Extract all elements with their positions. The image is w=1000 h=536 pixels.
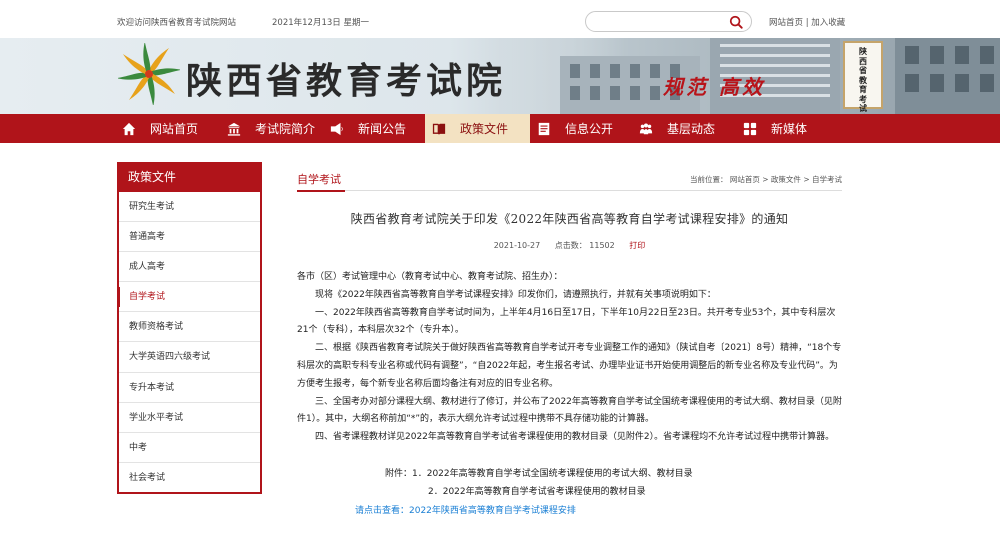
sidebar-item-graduate[interactable]: 研究生考试 bbox=[119, 192, 260, 223]
main-content: 自学考试 当前位置： 网站首页 > 政策文件 > 自学考试 陕西省教育考试院关于… bbox=[297, 162, 842, 520]
book-icon bbox=[432, 123, 446, 135]
site-banner: 陕西省教育考试院 规范 高效 陕西省教育考试院 bbox=[0, 38, 1000, 114]
publish-date: 2021-10-27 bbox=[493, 241, 541, 250]
article-paragraph: 一、2022年陕西省高等教育自学考试时间为，上半年4月16日至17日，下半年10… bbox=[297, 307, 836, 336]
nav-item-label: 考试院简介 bbox=[255, 122, 316, 136]
nav-item-grassroots[interactable]: 基层动态 bbox=[639, 114, 739, 143]
sidebar-item-social[interactable]: 社会考试 bbox=[119, 463, 260, 493]
print-link[interactable]: 打印 bbox=[629, 241, 645, 250]
attachment-item[interactable]: 附件：1．2022年高等教育自学考试全国统考课程使用的考试大纲、教材目录 bbox=[297, 465, 842, 484]
sidebar-title: 政策文件 bbox=[119, 162, 260, 192]
nav-item-label: 新闻公告 bbox=[358, 122, 407, 136]
nav-item-policy[interactable]: 政策文件 bbox=[425, 114, 530, 143]
article-paragraph: 四、省考课程教材详见2022年高等教育自学考试省考课程使用的教材目录（见附件2）… bbox=[315, 432, 835, 443]
site-title: 陕西省教育考试院 bbox=[186, 60, 507, 102]
article-paragraph: 二、根据《陕西省教育考试院关于做好陕西省高等教育自学考试开考专业调整工作的通知》… bbox=[297, 343, 842, 389]
search-input[interactable] bbox=[596, 12, 726, 31]
nav-item-disclosure[interactable]: 信息公开 bbox=[537, 114, 637, 143]
main-nav: 网站首页 考试院简介 新闻公告 政策文件 信息公开 基层动态 新媒体 bbox=[0, 114, 1000, 143]
nav-item-newmedia[interactable]: 新媒体 bbox=[743, 114, 833, 143]
article-paragraph: 现将《2022年陕西省高等教育自学考试课程安排》印发你们，请遵照执行，并就有关事… bbox=[315, 289, 716, 300]
nav-item-home[interactable]: 网站首页 bbox=[122, 114, 214, 143]
category-header: 自学考试 当前位置： 网站首页 > 政策文件 > 自学考试 bbox=[297, 162, 842, 192]
document-icon bbox=[538, 122, 550, 135]
click-count: 点击数： 11502 bbox=[554, 241, 615, 250]
sidebar: 政策文件 研究生考试 普通高考 成人高考 自学考试 教师资格考试 大学英语四六级… bbox=[117, 162, 262, 494]
article-body: 各市（区）考试管理中心（教育考试中心、教育考试院、招生办）： 现将《2022年陕… bbox=[297, 269, 842, 447]
sidebar-item-gaokao[interactable]: 普通高考 bbox=[119, 222, 260, 253]
current-date: 2021年12月13日 星期一 bbox=[272, 18, 369, 28]
sidebar-item-zhongkao[interactable]: 中考 bbox=[119, 433, 260, 463]
sidebar-item-self-study[interactable]: 自学考试 bbox=[117, 282, 260, 313]
nav-item-news[interactable]: 新闻公告 bbox=[330, 114, 425, 143]
nav-item-label: 基层动态 bbox=[667, 122, 716, 136]
grid-icon bbox=[743, 122, 757, 135]
category-title: 自学考试 bbox=[297, 173, 345, 192]
attachments: 附件：1．2022年高等教育自学考试全国统考课程使用的考试大纲、教材目录 2．2… bbox=[297, 465, 842, 521]
article-paragraph: 各市（区）考试管理中心（教育考试中心、教育考试院、招生办）： bbox=[297, 272, 563, 282]
institution-plaque: 陕西省教育考试院 bbox=[843, 41, 883, 114]
search-icon[interactable] bbox=[729, 15, 743, 29]
nav-item-about[interactable]: 考试院简介 bbox=[227, 114, 327, 143]
nav-item-label: 网站首页 bbox=[150, 122, 199, 136]
attachment-item[interactable]: 2．2022年高等教育自学考试省考课程使用的教材目录 bbox=[297, 483, 842, 502]
news-icon bbox=[330, 122, 343, 135]
article-meta: 2021-10-27 点击数： 11502 打印 bbox=[297, 240, 842, 251]
sidebar-item-proficiency[interactable]: 学业水平考试 bbox=[119, 403, 260, 433]
top-bar: 欢迎访问陕西省教育考试院网站 2021年12月13日 星期一 网站首页 | 加入… bbox=[0, 0, 1000, 38]
search-box bbox=[585, 11, 752, 32]
nav-item-label: 政策文件 bbox=[460, 122, 509, 136]
article-paragraph: 三、全国考办对部分课程大纲、教材进行了修订，并公布了2022年高等教育自学考试全… bbox=[297, 396, 842, 425]
article-title: 陕西省教育考试院关于印发《2022年陕西省高等教育自学考试课程安排》的通知 bbox=[350, 212, 789, 226]
sidebar-item-teacher[interactable]: 教师资格考试 bbox=[119, 312, 260, 343]
emblem-logo bbox=[118, 43, 180, 105]
nav-item-label: 信息公开 bbox=[565, 122, 614, 136]
people-icon bbox=[639, 122, 653, 134]
sidebar-item-adult[interactable]: 成人高考 bbox=[119, 252, 260, 283]
welcome-text: 欢迎访问陕西省教育考试院网站 bbox=[117, 18, 237, 28]
sidebar-item-cet[interactable]: 大学英语四六级考试 bbox=[119, 342, 260, 373]
home-icon bbox=[122, 122, 136, 135]
sidebar-item-upgrade[interactable]: 专升本考试 bbox=[119, 373, 260, 403]
top-links[interactable]: 网站首页 | 加入收藏 bbox=[769, 16, 845, 28]
view-schedule-link[interactable]: 请点击查看：2022年陕西省高等教育自学考试课程安排 bbox=[297, 502, 842, 521]
building-icon bbox=[227, 122, 241, 136]
breadcrumb[interactable]: 当前位置： 网站首页 > 政策文件 > 自学考试 bbox=[690, 174, 842, 185]
slogan-text: 规范 高效 bbox=[663, 75, 765, 99]
nav-item-label: 新媒体 bbox=[771, 122, 808, 136]
